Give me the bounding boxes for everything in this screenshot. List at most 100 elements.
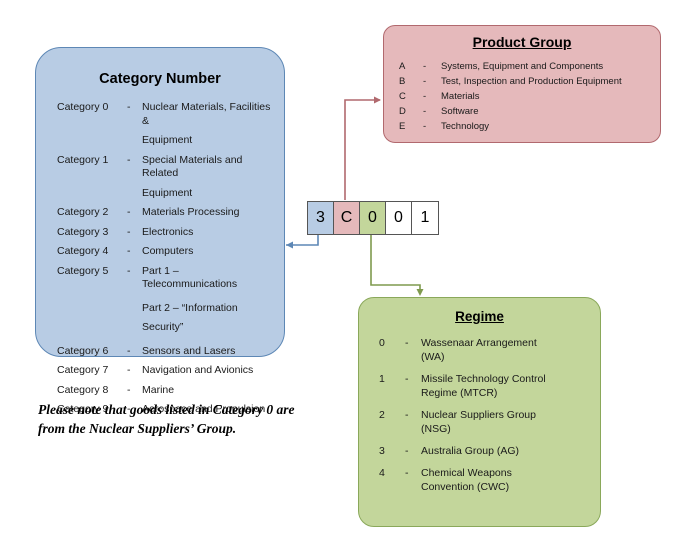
- list-item: Category 7 - Navigation and Avionics: [57, 364, 284, 378]
- category-desc-cont: Equipment: [142, 186, 193, 199]
- product-group-dash: -: [423, 61, 427, 72]
- category-desc-cont: Part 2 – “Information: [142, 301, 238, 314]
- list-item: 4 - Chemical Weapons Convention (CWC): [379, 466, 600, 494]
- product-group-dash: -: [423, 106, 427, 117]
- list-item: D - Software: [399, 104, 660, 119]
- list-item: Category 6 - Sensors and Lasers: [57, 345, 284, 359]
- code-cell-regime: 0: [360, 202, 386, 234]
- product-group-title: Product Group: [472, 34, 572, 50]
- list-item: B - Test, Inspection and Production Equi…: [399, 74, 660, 89]
- category-label: Category 5: [57, 264, 109, 277]
- regime-number: 4: [379, 467, 385, 479]
- category-desc: Sensors and Lasers: [142, 344, 236, 357]
- list-item: E - Technology: [399, 119, 660, 134]
- code-cell-item-1: 0: [386, 202, 412, 234]
- regime-desc: Missile Technology Control Regime (MTCR): [421, 372, 600, 400]
- list-item: C - Materials: [399, 89, 660, 104]
- code-cell-item-2: 1: [412, 202, 438, 234]
- category-desc: Nuclear Materials, Facilities &: [142, 101, 271, 127]
- regime-dash: -: [405, 445, 409, 457]
- product-group-desc: Software: [441, 106, 479, 117]
- rating-code-strip: 3 C 0 0 1: [307, 201, 439, 235]
- category-label: Category 0: [57, 101, 109, 113]
- product-group-desc: Systems, Equipment and Components: [441, 61, 604, 72]
- list-item-continuation: Part 2 – “Information: [57, 302, 284, 316]
- regime-desc-line: (NSG): [421, 423, 451, 435]
- category-dash: -: [127, 344, 131, 357]
- category-dash: -: [127, 206, 131, 218]
- list-item: Category 0 - Nuclear Materials, Faciliti…: [57, 101, 284, 128]
- regime-list: 0 - Wassenaar Arrangement (WA) 1 - Missi…: [359, 336, 600, 494]
- list-item: A - Systems, Equipment and Components: [399, 59, 660, 74]
- list-item: 2 - Nuclear Suppliers Group (NSG): [379, 408, 600, 436]
- category-label: Category 3: [57, 225, 109, 238]
- regime-desc: Nuclear Suppliers Group (NSG): [421, 408, 600, 436]
- list-item: Category 2 - Materials Processing: [57, 206, 284, 220]
- product-group-letter: B: [399, 76, 406, 87]
- regime-dash: -: [405, 409, 409, 421]
- product-group-letter: A: [399, 61, 406, 72]
- category-label: Category 2: [57, 206, 109, 218]
- list-item: Category 5 - Part 1 – Telecommunications: [57, 265, 284, 292]
- code-cell-category: 3: [308, 202, 334, 234]
- regime-desc: Chemical Weapons Convention (CWC): [421, 466, 600, 494]
- regime-desc: Australia Group (AG): [421, 445, 520, 457]
- list-item-continuation: Equipment: [57, 187, 284, 201]
- category-desc: Navigation and Avionics: [142, 364, 254, 376]
- category-dash: -: [127, 225, 131, 238]
- product-group-list: A - Systems, Equipment and Components B …: [384, 59, 660, 134]
- product-group-dash: -: [423, 76, 427, 87]
- category-dash: -: [127, 364, 131, 376]
- regime-number: 2: [379, 409, 385, 421]
- category-number-title: Category Number: [99, 71, 221, 87]
- product-group-desc: Materials: [441, 91, 480, 102]
- category-label: Category 6: [57, 344, 109, 357]
- regime-desc-line: (WA): [421, 351, 445, 363]
- category-dash: -: [127, 245, 131, 257]
- category-dash: -: [127, 264, 131, 277]
- category-dash: -: [127, 383, 131, 396]
- category-desc: Computers: [142, 245, 194, 257]
- product-group-box: Product Group A - Systems, Equipment and…: [383, 25, 661, 143]
- list-item: 3 - Australia Group (AG): [379, 444, 600, 458]
- regime-box: Regime 0 - Wassenaar Arrangement (WA) 1 …: [358, 297, 601, 527]
- product-group-dash: -: [423, 91, 427, 102]
- category-label: Category 4: [57, 245, 109, 257]
- product-group-desc: Technology: [441, 121, 490, 132]
- category-dash: -: [127, 153, 131, 166]
- regime-number: 1: [379, 373, 385, 385]
- product-group-dash: -: [423, 121, 427, 132]
- category-number-list: Category 0 - Nuclear Materials, Faciliti…: [36, 101, 284, 417]
- product-group-letter: E: [399, 121, 406, 132]
- product-group-desc: Test, Inspection and Production Equipmen…: [441, 76, 622, 87]
- code-cell-product-group: C: [334, 202, 360, 234]
- list-item-continuation: Security”: [57, 321, 284, 335]
- category-number-box: Category Number Category 0 - Nuclear Mat…: [35, 47, 285, 415]
- category-dash: -: [127, 101, 131, 113]
- regime-desc-line: Convention (CWC): [421, 481, 510, 493]
- list-item: 0 - Wassenaar Arrangement (WA): [379, 336, 600, 364]
- list-item: 1 - Missile Technology Control Regime (M…: [379, 372, 600, 400]
- regime-desc-line: Missile Technology Control: [421, 373, 546, 385]
- category-note: Please note that goods listed in Categor…: [38, 402, 295, 436]
- regime-dash: -: [405, 373, 409, 385]
- regime-desc-line: Chemical Weapons: [421, 467, 512, 479]
- category-label: Category 1: [57, 153, 109, 166]
- category-label: Category 8: [57, 383, 109, 396]
- regime-desc-line: Nuclear Suppliers Group: [421, 409, 536, 421]
- list-item: Category 8 - Marine: [57, 384, 284, 398]
- regime-desc: Wassenaar Arrangement (WA): [421, 336, 600, 364]
- list-item-continuation: Equipment: [57, 134, 284, 148]
- list-item: Category 1 - Special Materials and Relat…: [57, 154, 284, 181]
- category-label: Category 7: [57, 364, 109, 376]
- category-desc: Materials Processing: [142, 206, 240, 218]
- diagram-canvas: Category Number Category 0 - Nuclear Mat…: [0, 0, 680, 550]
- category-desc: Special Materials and Related: [142, 153, 243, 180]
- regime-title: Regime: [455, 309, 504, 324]
- list-item: Category 3 - Electronics: [57, 226, 284, 240]
- regime-dash: -: [405, 337, 409, 349]
- regime-desc-line: Regime (MTCR): [421, 387, 498, 399]
- category-desc: Electronics: [142, 225, 194, 238]
- category-desc: Marine: [142, 383, 175, 396]
- list-item: Category 4 - Computers: [57, 245, 284, 259]
